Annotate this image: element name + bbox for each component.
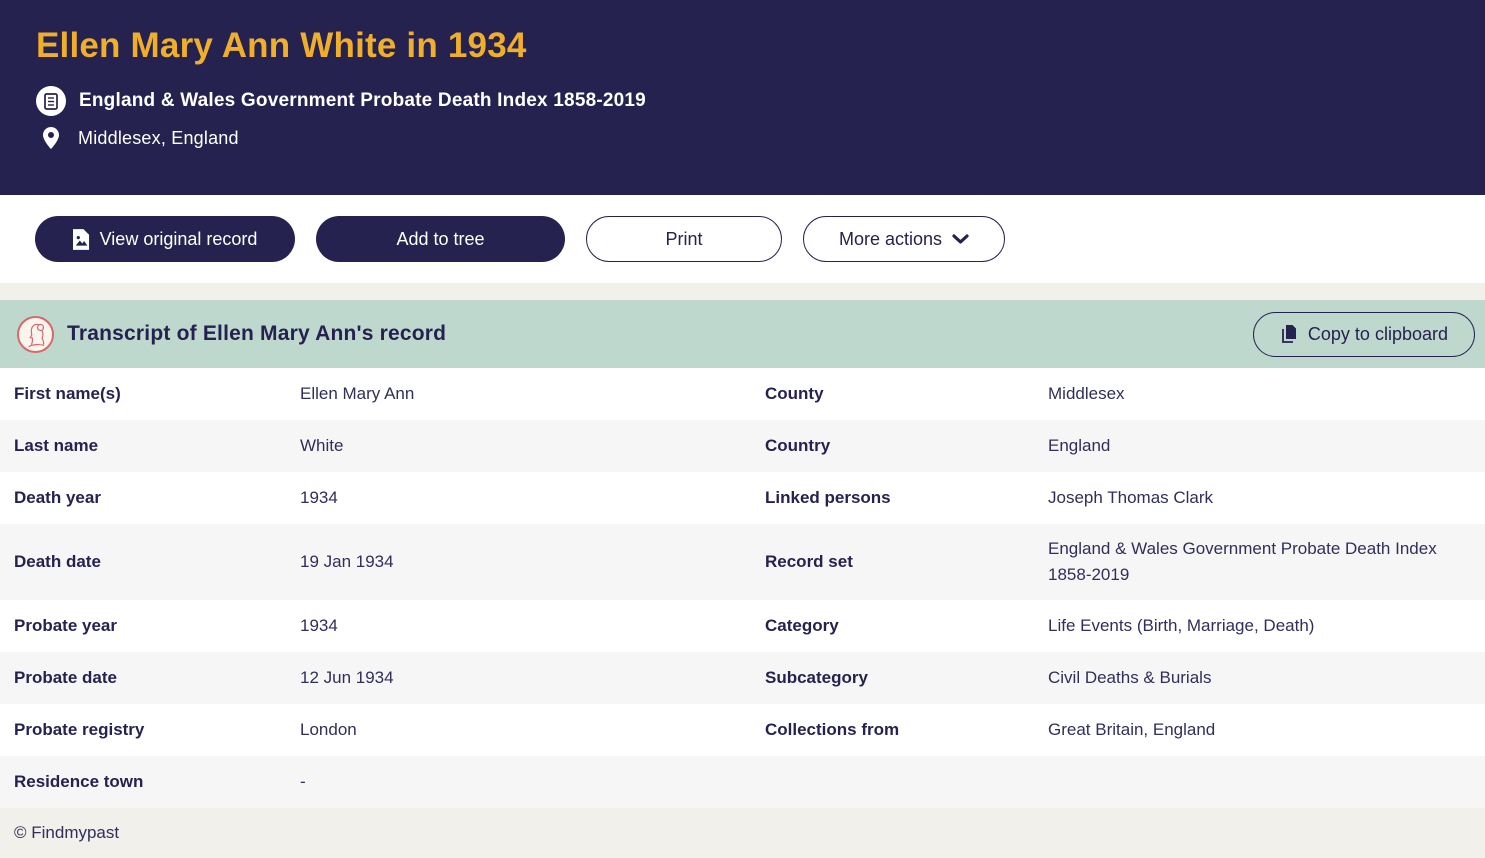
field-label	[765, 770, 1048, 794]
table-row: First name(s)Ellen Mary AnnCountyMiddles…	[0, 368, 1485, 420]
field-value: London	[300, 705, 765, 755]
table-row: Probate registryLondonCollections fromGr…	[0, 704, 1485, 756]
transcript-header: Transcript of Ellen Mary Ann's record Co…	[0, 300, 1485, 368]
field-label: Linked persons	[765, 473, 1048, 523]
field-value: Great Britain, England	[1048, 705, 1485, 755]
page-title: Ellen Mary Ann White in 1934	[36, 26, 1449, 66]
more-actions-label: More actions	[839, 229, 942, 250]
field-value: England	[1048, 421, 1485, 471]
field-label: Probate registry	[14, 705, 300, 755]
add-to-tree-button[interactable]: Add to tree	[316, 216, 565, 262]
add-to-tree-label: Add to tree	[396, 229, 484, 250]
print-label: Print	[665, 229, 702, 250]
chevron-down-icon	[952, 234, 969, 245]
location-pin-icon	[36, 127, 66, 149]
field-label: Probate date	[14, 653, 300, 703]
document-icon	[36, 86, 66, 116]
field-value: Middlesex	[1048, 369, 1485, 419]
table-row: Death year1934Linked personsJoseph Thoma…	[0, 472, 1485, 524]
section-divider	[0, 283, 1485, 300]
field-value: England & Wales Government Probate Death…	[1048, 524, 1485, 600]
copy-icon	[1280, 324, 1298, 344]
portrait-icon	[17, 316, 54, 353]
action-bar: View original record Add to tree Print M…	[0, 195, 1485, 283]
table-row: Probate year1934CategoryLife Events (Bir…	[0, 600, 1485, 652]
table-row: Death date19 Jan 1934Record setEngland &…	[0, 524, 1485, 600]
field-value: -	[300, 757, 765, 807]
field-value: 12 Jun 1934	[300, 653, 765, 703]
image-file-icon	[73, 229, 90, 250]
field-label: Residence town	[14, 757, 300, 807]
view-original-record-label: View original record	[100, 229, 258, 250]
field-label: Record set	[765, 537, 1048, 587]
location-row: Middlesex, England	[36, 127, 1449, 149]
transcript-heading: Transcript of Ellen Mary Ann's record	[67, 322, 446, 346]
field-label: Probate year	[14, 601, 300, 651]
field-label: Category	[765, 601, 1048, 651]
field-label: Last name	[14, 421, 300, 471]
print-button[interactable]: Print	[586, 216, 782, 262]
record-set-name: England & Wales Government Probate Death…	[79, 90, 646, 112]
field-label: First name(s)	[14, 369, 300, 419]
field-value: 1934	[300, 601, 765, 651]
field-label: County	[765, 369, 1048, 419]
field-value: Life Events (Birth, Marriage, Death)	[1048, 601, 1485, 651]
field-value: White	[300, 421, 765, 471]
field-label: Death date	[14, 537, 300, 587]
table-row: Residence town-	[0, 756, 1485, 808]
copyright-text: © Findmypast	[14, 823, 119, 843]
field-value	[1048, 770, 1485, 794]
field-value: Ellen Mary Ann	[300, 369, 765, 419]
record-page: Ellen Mary Ann White in 1934 England & W…	[0, 0, 1485, 858]
table-row: Last nameWhiteCountryEngland	[0, 420, 1485, 472]
field-label: Death year	[14, 473, 300, 523]
more-actions-button[interactable]: More actions	[803, 216, 1005, 262]
view-original-record-button[interactable]: View original record	[35, 216, 295, 262]
record-header: Ellen Mary Ann White in 1934 England & W…	[0, 0, 1485, 195]
field-value: 19 Jan 1934	[300, 537, 765, 587]
record-location: Middlesex, England	[78, 128, 239, 149]
record-set-row: England & Wales Government Probate Death…	[36, 86, 1449, 116]
field-value: 1934	[300, 473, 765, 523]
copy-to-clipboard-button[interactable]: Copy to clipboard	[1253, 312, 1475, 357]
field-label: Collections from	[765, 705, 1048, 755]
page-footer: © Findmypast	[0, 808, 1485, 858]
field-value: Civil Deaths & Burials	[1048, 653, 1485, 703]
table-row: Probate date12 Jun 1934SubcategoryCivil …	[0, 652, 1485, 704]
field-label: Country	[765, 421, 1048, 471]
copy-to-clipboard-label: Copy to clipboard	[1308, 324, 1448, 345]
transcript-table: First name(s)Ellen Mary AnnCountyMiddles…	[0, 368, 1485, 808]
field-label: Subcategory	[765, 653, 1048, 703]
field-value: Joseph Thomas Clark	[1048, 473, 1485, 523]
